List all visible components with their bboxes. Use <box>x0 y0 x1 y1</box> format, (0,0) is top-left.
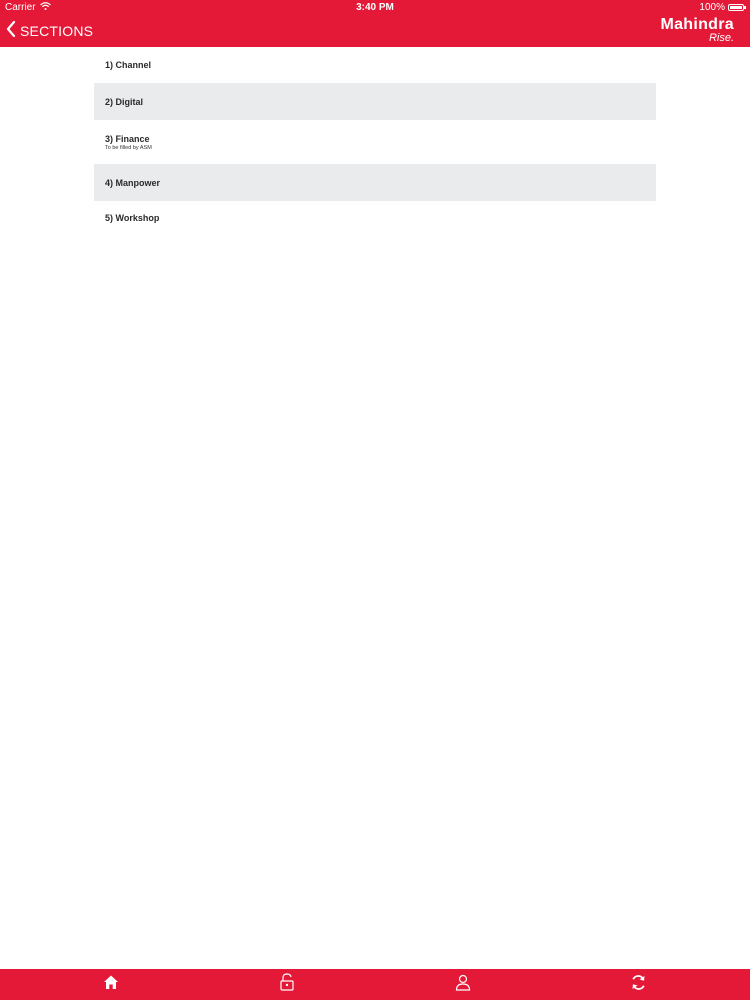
chevron-left-icon <box>6 20 16 42</box>
section-title: 4) Manpower <box>105 177 161 188</box>
back-label: SECTIONS <box>20 23 94 39</box>
section-title: 2) Digital <box>105 96 144 107</box>
section-title: 5) Workshop <box>105 213 160 223</box>
tab-sync[interactable] <box>618 969 658 1000</box>
section-item-digital[interactable]: 2) Digital <box>94 83 656 120</box>
section-item-finance[interactable]: 3) Finance To be filled by ASM <box>94 120 656 164</box>
section-subtitle: To be filled by ASM <box>105 144 152 151</box>
section-item-manpower[interactable]: 4) Manpower <box>94 164 656 201</box>
status-time: 3:40 PM <box>356 2 394 13</box>
tab-profile[interactable] <box>443 969 483 1000</box>
unlock-icon <box>279 973 295 996</box>
sync-icon <box>630 974 647 996</box>
battery-status: 100% <box>699 0 746 15</box>
section-item-workshop[interactable]: 5) Workshop <box>94 201 656 235</box>
mahindra-logo: Mahindra Rise. <box>660 16 734 44</box>
logo-brand: Mahindra <box>660 16 734 33</box>
tab-home[interactable] <box>91 969 131 1000</box>
tab-unlock[interactable] <box>267 969 307 1000</box>
logo-tagline: Rise. <box>708 32 734 44</box>
section-list: 1) Channel 2) Digital 3) Finance To be f… <box>94 47 656 235</box>
section-title: 3) Finance <box>105 133 150 144</box>
home-icon <box>103 974 119 995</box>
section-title: 1) Channel <box>105 60 152 70</box>
section-item-channel[interactable]: 1) Channel <box>94 47 656 83</box>
user-icon <box>455 974 471 996</box>
status-bar: Carrier 3:40 PM 100% <box>0 0 750 15</box>
back-button[interactable]: SECTIONS <box>6 15 93 47</box>
tab-bar <box>0 969 750 1000</box>
battery-icon <box>728 4 746 11</box>
battery-percent: 100% <box>699 2 725 13</box>
nav-bar: SECTIONS Mahindra Rise. <box>0 15 750 47</box>
